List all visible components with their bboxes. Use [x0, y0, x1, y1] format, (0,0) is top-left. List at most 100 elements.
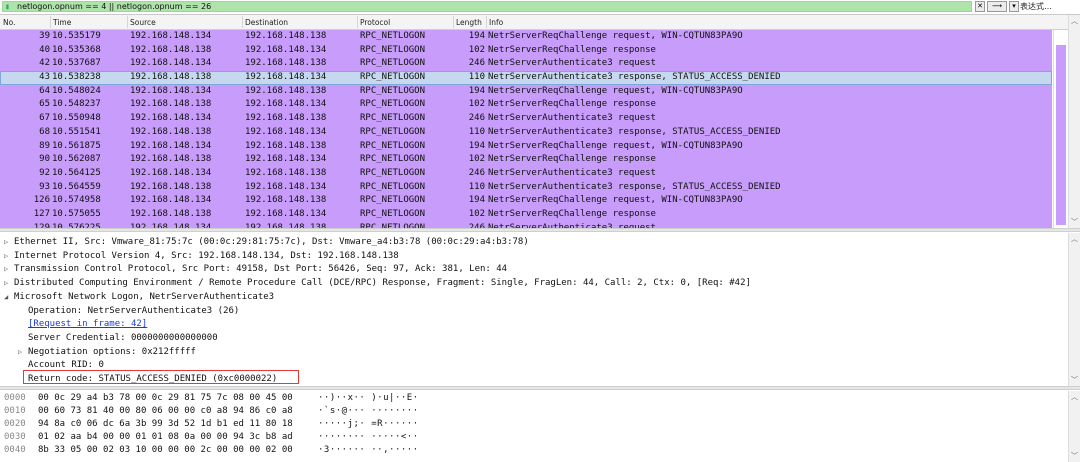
column-header-length[interactable]: Length [456, 18, 482, 27]
detail-tree-item[interactable]: ▷ Transmission Control Protocol, Src Port… [4, 262, 507, 276]
bytes-offset: 0030 [4, 432, 26, 442]
apply-filter-button[interactable]: ⟶ [987, 1, 1007, 12]
bytes-row[interactable]: 0030 01 02 aa b4 00 00 01 01 08 0a 00 00 … [0, 432, 1060, 444]
packet-row[interactable]: 68 10.551541 192.168.148.138 192.168.148.13… [0, 125, 1052, 140]
packet-rows: 39 10.535179 192.168.148.134 192.168.148.13… [0, 30, 1052, 228]
bytes-hex: 00 60 73 81 40 00 80 06 00 00 c0 a8 94 8… [38, 406, 293, 416]
packet-cell-proto: RPC_NETLOGON [360, 195, 426, 206]
packet-row[interactable]: 40 10.535368 192.168.148.138 192.168.148.13… [0, 43, 1052, 58]
packet-cell-proto: RPC_NETLOGON [360, 72, 426, 83]
scroll-up-icon[interactable]: ︿ [1071, 234, 1078, 244]
packet-cell-src: 192.168.148.138 [130, 72, 212, 83]
detail-text: Negotiation options: 0x212fffff [28, 346, 196, 357]
expanded-arrow-icon[interactable]: ◢ [4, 290, 14, 304]
clear-filter-button[interactable]: ✕ [975, 1, 985, 12]
detail-tree-item[interactable]: Server Credential: 0000000000000000 [18, 331, 218, 345]
packet-cell-time: 10.561875 [52, 140, 101, 151]
detail-tree-item[interactable]: ◢ Microsoft Network Logon, NetrServerAuth… [4, 290, 274, 304]
packet-row[interactable]: 39 10.535179 192.168.148.134 192.168.148.13… [0, 30, 1052, 44]
packet-row[interactable]: 43 10.538238 192.168.148.138 192.168.148.13… [0, 71, 1052, 85]
packet-cell-info: NetrServerReqChallenge response [488, 44, 656, 55]
collapsed-arrow-icon[interactable]: ▷ [4, 235, 14, 249]
packet-cell-time: 10.564125 [52, 167, 101, 178]
collapsed-arrow-icon[interactable]: ▷ [18, 345, 28, 359]
packet-cell-dst: 192.168.148.134 [245, 72, 327, 83]
packet-list-pane: No. Time Source Destination Protocol Len… [0, 15, 1080, 228]
detail-text: Server Credential: 0000000000000000 [28, 332, 218, 343]
column-header-source[interactable]: Source [130, 18, 156, 27]
packet-cell-time: 10.538238 [52, 72, 101, 83]
packet-cell-proto: RPC_NETLOGON [360, 167, 426, 178]
packet-row[interactable]: 65 10.548237 192.168.148.138 192.168.148.13… [0, 98, 1052, 113]
packet-cell-len: 246 [468, 58, 485, 69]
details-scrollbar[interactable]: ︿ ﹀ [1068, 233, 1080, 386]
packet-minimap[interactable] [1053, 30, 1068, 228]
packet-cell-src: 192.168.148.134 [130, 140, 212, 151]
bytes-row[interactable]: 0000 00 0c 29 a4 b3 78 00 0c 29 81 75 7c … [0, 393, 1060, 405]
detail-text: Operation: NetrServerAuthenticate3 (26) [28, 305, 240, 316]
packet-cell-dst: 192.168.148.138 [245, 85, 327, 96]
pane-splitter[interactable] [0, 228, 1080, 232]
packet-list-scrollbar[interactable]: ︿ ﹀ [1068, 15, 1080, 228]
bytes-row[interactable]: 0020 94 8a c0 06 dc 6a 3b 99 3d 52 1d b1 … [0, 419, 1060, 431]
packet-row[interactable]: 90 10.562087 192.168.148.138 192.168.148.13… [0, 153, 1052, 167]
packet-cell-dst: 192.168.148.138 [245, 58, 327, 69]
column-header-protocol[interactable]: Protocol [360, 18, 390, 27]
packet-cell-time: 10.535368 [52, 44, 101, 55]
scroll-down-icon[interactable]: ﹀ [1071, 375, 1078, 385]
packet-cell-proto: RPC_NETLOGON [360, 85, 426, 96]
packet-cell-info: NetrServerReqChallenge request, WIN-CQTU… [488, 31, 743, 41]
packet-row[interactable]: 89 10.561875 192.168.148.134 192.168.148.13… [0, 139, 1052, 154]
expression-button[interactable]: 表达式… [1020, 0, 1052, 14]
packet-cell-dst: 192.168.148.134 [245, 154, 327, 165]
packet-row[interactable]: 126 10.574958 192.168.148.134 192.168.148.1… [0, 194, 1052, 208]
pane-splitter[interactable] [0, 386, 1080, 390]
collapsed-arrow-icon[interactable]: ▷ [4, 249, 14, 263]
column-header-time[interactable]: Time [53, 18, 71, 27]
packet-cell-info: NetrServerReqChallenge request, WIN-CQTU… [488, 140, 743, 151]
scroll-down-icon[interactable]: ﹀ [1071, 217, 1078, 227]
column-header-info[interactable]: Info [489, 18, 503, 27]
collapsed-arrow-icon[interactable]: ▷ [4, 262, 14, 276]
bytes-scrollbar[interactable]: ︿ ﹀ [1068, 391, 1080, 462]
detail-tree-item[interactable]: ▷ Internet Protocol Version 4, Src: 192.1… [4, 249, 399, 263]
detail-tree-item[interactable]: Operation: NetrServerAuthenticate3 (26) [18, 304, 239, 318]
recent-filters-dropdown[interactable]: ▾ [1009, 1, 1019, 12]
filter-text: netlogon.opnum == 4 || netlogon.opnum ==… [17, 2, 212, 11]
detail-tree-item[interactable]: ▷ Ethernet II, Src: Vmware_81:75:7c (00:0… [4, 235, 529, 249]
packet-cell-proto: RPC_NETLOGON [360, 113, 426, 124]
bytes-row[interactable]: 0040 8b 33 05 00 02 03 10 00 00 00 2c 00 … [0, 445, 1060, 457]
packet-row[interactable]: 67 10.550948 192.168.148.134 192.168.148.13… [0, 112, 1052, 126]
packet-cell-src: 192.168.148.134 [130, 85, 212, 96]
bytes-ascii: ··)··x·· )·u|··E· [318, 393, 419, 403]
packet-cell-no: 67 [39, 113, 50, 124]
packet-row[interactable]: 64 10.548024 192.168.148.134 192.168.148.13… [0, 84, 1052, 99]
return-code-highlight-box [23, 370, 299, 384]
collapsed-arrow-icon[interactable]: ▷ [4, 276, 14, 290]
detail-tree-item[interactable]: ▷ Negotiation options: 0x212fffff [18, 345, 196, 359]
packet-cell-info: NetrServerReqChallenge request, WIN-CQTU… [488, 195, 743, 206]
packet-cell-dst: 192.168.148.138 [245, 140, 327, 151]
packet-row[interactable]: 92 10.564125 192.168.148.134 192.168.148.13… [0, 166, 1052, 181]
packet-cell-time: 10.537687 [52, 58, 101, 69]
packet-cell-src: 192.168.148.138 [130, 154, 212, 165]
scroll-up-icon[interactable]: ︿ [1071, 16, 1078, 26]
packet-cell-no: 93 [39, 181, 50, 192]
packet-row[interactable]: 42 10.537687 192.168.148.134 192.168.148.13… [0, 57, 1052, 72]
packet-cell-len: 102 [468, 44, 485, 55]
packet-cell-no: 40 [39, 44, 50, 55]
scroll-up-icon[interactable]: ︿ [1071, 392, 1078, 402]
request-frame-link[interactable]: [Request in frame: 42] [18, 317, 147, 331]
packet-row[interactable]: 93 10.564559 192.168.148.138 192.168.148.13… [0, 180, 1052, 195]
packet-cell-no: 89 [39, 140, 50, 151]
display-filter-input[interactable]: ▮ netlogon.opnum == 4 || netlogon.opnum … [2, 1, 972, 12]
packet-row[interactable]: 127 10.575055 192.168.148.138 192.168.148.1… [0, 207, 1052, 222]
bytes-row[interactable]: 0010 00 60 73 81 40 00 80 06 00 00 c0 a8 … [0, 406, 1060, 418]
packet-cell-len: 194 [468, 85, 485, 96]
scroll-down-icon[interactable]: ﹀ [1071, 451, 1078, 461]
column-header-no[interactable]: No. [3, 18, 15, 27]
bookmark-icon[interactable]: ▮ [5, 3, 13, 11]
detail-tree-item[interactable]: ▷ Distributed Computing Environment / Rem… [4, 276, 751, 290]
column-header-destination[interactable]: Destination [245, 18, 288, 27]
bytes-ascii: ·3······ ··,····· [318, 445, 419, 455]
